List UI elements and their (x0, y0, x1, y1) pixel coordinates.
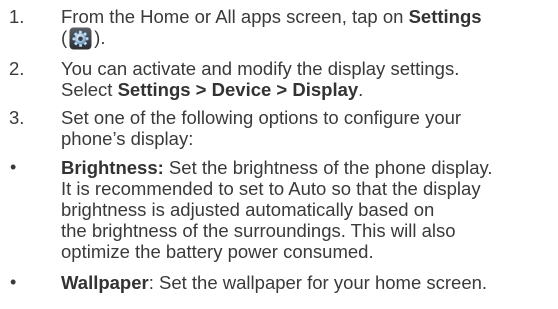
wallpaper-term: Wallpaper (61, 272, 149, 293)
step-text: You can activate and modify the display … (61, 58, 558, 100)
step-line: Select Settings > Device > Display. (61, 79, 364, 100)
bullet-text: Brightness: Set the brightness of the ph… (61, 157, 558, 262)
step-line: You can activate and modify the display … (61, 58, 460, 79)
bullet-line: It is recommended to set to Auto so that… (61, 178, 481, 199)
step-number: 1. (9, 6, 25, 27)
step-text: Set one of the following options to conf… (61, 107, 558, 149)
step-number: 2. (9, 58, 25, 79)
step-line: phone’s display: (61, 128, 194, 149)
step-number: 3. (9, 107, 25, 128)
step-line: From the Home or All apps screen, tap on… (61, 6, 482, 27)
brightness-term: Brightness: (61, 157, 164, 178)
bullet-line: Wallpaper: Set the wallpaper for your ho… (61, 272, 488, 293)
settings-gear-icon (69, 27, 92, 50)
bullet-marker: • (10, 272, 17, 292)
bullet-line: the brightness of the surroundings. This… (61, 220, 456, 241)
settings-term: Settings (408, 6, 482, 27)
step-line: Set one of the following options to conf… (61, 107, 462, 128)
bullet-marker: • (10, 157, 17, 177)
bullet-line: brightness is adjusted automatically bas… (61, 199, 435, 220)
step-line: (). (61, 27, 106, 50)
bullet-line: Brightness: Set the brightness of the ph… (61, 157, 493, 178)
bullet-line: optimize the battery power consumed. (61, 241, 374, 262)
settings-path: Settings > Device > Display (117, 79, 359, 100)
bullet-text: Wallpaper: Set the wallpaper for your ho… (61, 272, 558, 293)
step-text: From the Home or All apps screen, tap on… (61, 6, 558, 50)
